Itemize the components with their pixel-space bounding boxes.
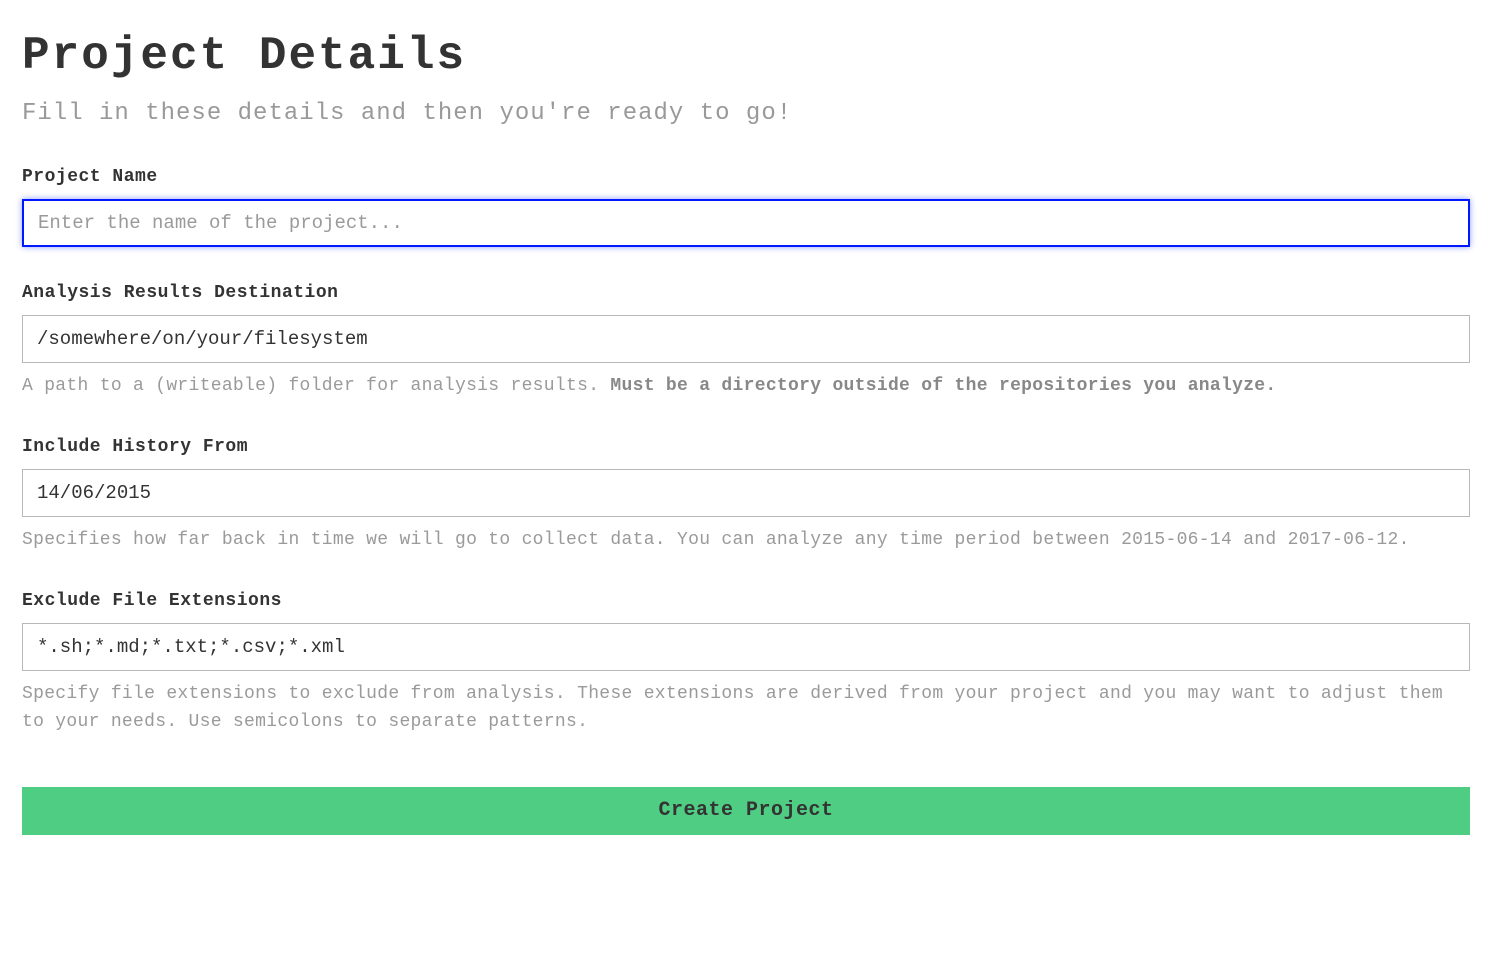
exclude-extensions-label: Exclude File Extensions — [22, 591, 1470, 611]
results-destination-help-plain: A path to a (writeable) folder for analy… — [22, 376, 610, 396]
page-subtitle: Fill in these details and then you're re… — [22, 100, 1470, 127]
create-project-button[interactable]: Create Project — [22, 787, 1470, 835]
results-destination-help-bold: Must be a directory outside of the repos… — [610, 376, 1276, 396]
results-destination-help: A path to a (writeable) folder for analy… — [22, 373, 1470, 401]
results-destination-label: Analysis Results Destination — [22, 283, 1470, 303]
results-destination-input[interactable] — [22, 315, 1470, 363]
history-from-label: Include History From — [22, 437, 1470, 457]
exclude-extensions-group: Exclude File Extensions Specify file ext… — [22, 591, 1470, 737]
page-title: Project Details — [22, 30, 1470, 82]
exclude-extensions-help: Specify file extensions to exclude from … — [22, 681, 1470, 737]
history-from-group: Include History From Specifies how far b… — [22, 437, 1470, 555]
history-from-input[interactable] — [22, 469, 1470, 517]
project-name-label: Project Name — [22, 167, 1470, 187]
project-name-group: Project Name — [22, 167, 1470, 247]
project-name-input[interactable] — [22, 199, 1470, 247]
results-destination-group: Analysis Results Destination A path to a… — [22, 283, 1470, 401]
exclude-extensions-input[interactable] — [22, 623, 1470, 671]
history-from-help: Specifies how far back in time we will g… — [22, 527, 1470, 555]
